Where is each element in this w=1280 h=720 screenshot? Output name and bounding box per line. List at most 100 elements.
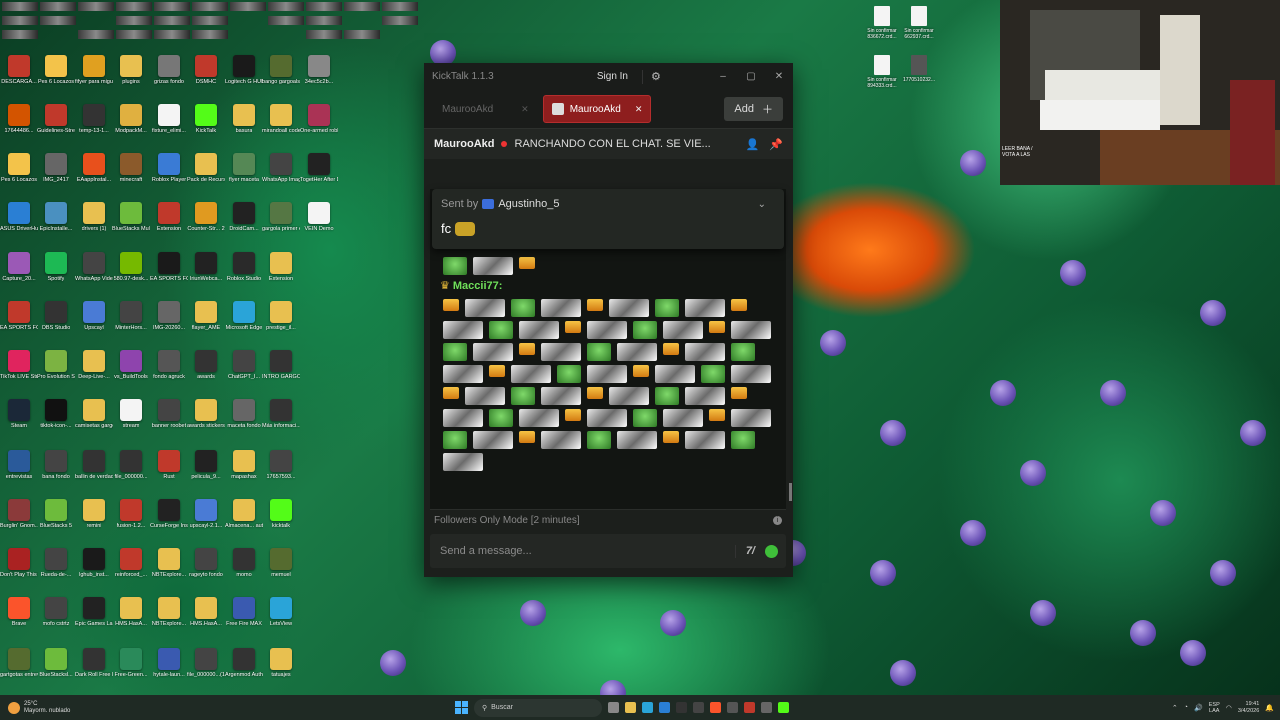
desktop-icon[interactable]: bana fondo xyxy=(37,450,75,481)
message-input[interactable]: Send a message... xyxy=(440,545,532,557)
desktop-icon[interactable]: mofo cstrtz xyxy=(37,597,75,628)
desktop-icon[interactable]: lghub_inst... xyxy=(75,548,113,579)
emote-picker-7tv-icon[interactable]: 7/ xyxy=(746,545,755,557)
desktop-icon[interactable]: file_000000...(1) xyxy=(187,648,225,679)
desktop-icon[interactable]: minecraft xyxy=(112,153,150,184)
desktop-thumbnail[interactable] xyxy=(268,16,304,25)
chevron-up-icon[interactable]: ⌃ xyxy=(1172,704,1178,712)
desktop-icon[interactable]: DroidCam... xyxy=(225,202,263,233)
desktop-icon[interactable]: entrevistas xyxy=(0,450,38,481)
desktop-icon[interactable]: pelicula_9... xyxy=(187,450,225,481)
desktop-icon[interactable]: memuel xyxy=(262,548,300,579)
desktop-thumbnail[interactable] xyxy=(306,16,342,25)
desktop-icon[interactable]: DESCARGA... xyxy=(0,55,38,86)
desktop-icon[interactable]: DSMHC xyxy=(187,55,225,86)
desktop-icon[interactable]: fondo agruck xyxy=(150,350,188,381)
desktop-icon[interactable]: drivers (1) xyxy=(75,202,113,233)
desktop-icon[interactable]: file_000000... xyxy=(112,450,150,481)
tab-mauroakd-active[interactable]: MaurooAkd ✕ xyxy=(542,95,652,123)
desktop-thumbnail[interactable] xyxy=(344,30,380,39)
desktop-icon[interactable]: HMS.HasA... xyxy=(187,597,225,628)
fc-icon[interactable] xyxy=(676,702,687,713)
desktop-icon[interactable]: Steam xyxy=(0,399,38,430)
desktop-icon[interactable]: Deep-Live-... xyxy=(75,350,113,381)
desktop-icon[interactable]: awards xyxy=(187,350,225,381)
taskview-icon[interactable] xyxy=(608,702,619,713)
desktop-icon[interactable]: Almacena... automatic... xyxy=(225,499,263,530)
desktop-icon[interactable]: Pro Evolution Soccer 6 xyxy=(37,350,75,381)
desktop-icon[interactable]: TogetHer After Dark xyxy=(300,153,338,184)
desktop-icon[interactable]: BlueStacksl... xyxy=(37,648,75,679)
desktop-icon[interactable]: Spotify xyxy=(37,252,75,283)
desktop-icon[interactable]: Más informaci... xyxy=(262,399,300,430)
desktop-icon[interactable]: awards stickers... xyxy=(187,399,225,430)
desktop-icon[interactable]: Free-Green... xyxy=(112,648,150,679)
desktop-icon[interactable]: IriunWebca... xyxy=(187,252,225,283)
desktop-icon[interactable]: Counter-Str... 2 xyxy=(187,202,225,233)
close-window-button[interactable]: ✕ xyxy=(765,71,793,82)
desktop-thumbnail[interactable] xyxy=(2,2,38,11)
pin-icon[interactable]: 📌 xyxy=(769,138,783,151)
brave-icon[interactable] xyxy=(710,702,721,713)
search-box[interactable]: ⚲ Buscar xyxy=(474,698,602,717)
scrollbar[interactable] xyxy=(789,483,792,501)
maximize-button[interactable]: ▢ xyxy=(737,71,765,82)
desktop-icon[interactable]: plugins xyxy=(112,55,150,86)
desktop-icon[interactable]: BlueStacks 5 xyxy=(37,499,75,530)
desktop-icon[interactable]: BlueStacks Multi-Instan... xyxy=(112,202,150,233)
desktop-icon[interactable]: flayer_AME xyxy=(187,301,225,332)
desktop-icon[interactable]: Pack de Recursos -... xyxy=(187,153,225,184)
desktop-thumbnail[interactable] xyxy=(116,2,152,11)
desktop-thumbnail[interactable] xyxy=(344,2,380,11)
desktop-icon[interactable]: Logitech G HUB xyxy=(225,55,263,86)
desktop-icon[interactable]: WhatsApp Image 2026... xyxy=(262,153,300,184)
desktop-icon[interactable]: Capture_20... xyxy=(0,252,38,283)
desktop-icon[interactable]: ASUS DriverHub xyxy=(0,202,38,233)
desktop-icon[interactable]: momo xyxy=(225,548,263,579)
desktop-icon[interactable]: Brave xyxy=(0,597,38,628)
desktop-thumbnail[interactable] xyxy=(306,2,342,11)
desktop-icon[interactable]: ballin de verdad xyxy=(75,450,113,481)
desktop-icon[interactable]: Don't Play This Demo xyxy=(0,548,38,579)
speaker-icon[interactable]: 🔊 xyxy=(1194,704,1203,712)
user-icon[interactable]: 👤 xyxy=(746,138,760,151)
desktop-icon[interactable]: WhatsApp Video 2025... xyxy=(75,252,113,283)
desktop-icon[interactable]: 17657593... xyxy=(262,450,300,481)
desktop-icon[interactable]: Extension xyxy=(262,252,300,283)
desktop-icon[interactable]: INTRO GARGO... xyxy=(262,350,300,381)
language-indicator[interactable]: ESP LAA xyxy=(1209,702,1220,714)
desktop-icon[interactable]: Pes 6 Locazos xyxy=(0,153,38,184)
desktop-icon[interactable]: Extension xyxy=(150,202,188,233)
desktop-icon[interactable]: grizas fondo xyxy=(150,55,188,86)
desktop-icon[interactable]: Roblox Studio xyxy=(225,252,263,283)
kick-emote-icon[interactable] xyxy=(765,544,778,558)
desktop-icon[interactable]: Burglin' Gnom... xyxy=(0,499,38,530)
desktop-icon[interactable]: vs_BuildTools xyxy=(112,350,150,381)
close-tab-icon[interactable]: ✕ xyxy=(521,104,529,115)
desktop-icon[interactable]: One-armed robber xyxy=(300,104,338,135)
desktop-thumbnail[interactable] xyxy=(78,2,114,11)
desktop-icon[interactable]: EpicInstalle... xyxy=(37,202,75,233)
desktop-icon[interactable]: NBTExplore... xyxy=(150,548,188,579)
desktop-icon[interactable]: Guidelines-Streams xyxy=(37,104,75,135)
tab-mauroakd-inactive[interactable]: MaurooAkd ✕ xyxy=(434,96,537,122)
desktop-icon[interactable]: reinforced_... xyxy=(112,548,150,579)
minimize-button[interactable]: – xyxy=(709,71,737,82)
desktop-file[interactable]: 1770510232... xyxy=(897,55,941,83)
desktop-thumbnail[interactable] xyxy=(268,2,304,11)
desktop-icon[interactable]: MinterHors... xyxy=(112,301,150,332)
desktop-icon[interactable]: IMG-20260... xyxy=(150,301,188,332)
clock[interactable]: 19:41 3/4/2026 xyxy=(1238,701,1259,715)
desktop-icon[interactable]: remini xyxy=(75,499,113,530)
weather-widget[interactable]: 25°C Mayorm. nublado xyxy=(8,701,70,715)
desktop-icon[interactable]: VEIN Demo xyxy=(300,202,338,233)
chevron-down-icon[interactable]: ⌄ xyxy=(758,199,766,210)
desktop-thumbnail[interactable] xyxy=(116,16,152,25)
desktop-icon[interactable]: tatuajes xyxy=(262,648,300,679)
desktop-icon[interactable]: camisetas gargolas xyxy=(75,399,113,430)
desktop-icon[interactable]: bango gargoals xyxy=(262,55,300,86)
desktop-thumbnail[interactable] xyxy=(306,30,342,39)
desktop-icon[interactable]: 34ec5c2b... xyxy=(300,55,338,86)
desktop-icon[interactable]: Free Fire MAX xyxy=(225,597,263,628)
desktop-icon[interactable]: ModpackM... xyxy=(112,104,150,135)
